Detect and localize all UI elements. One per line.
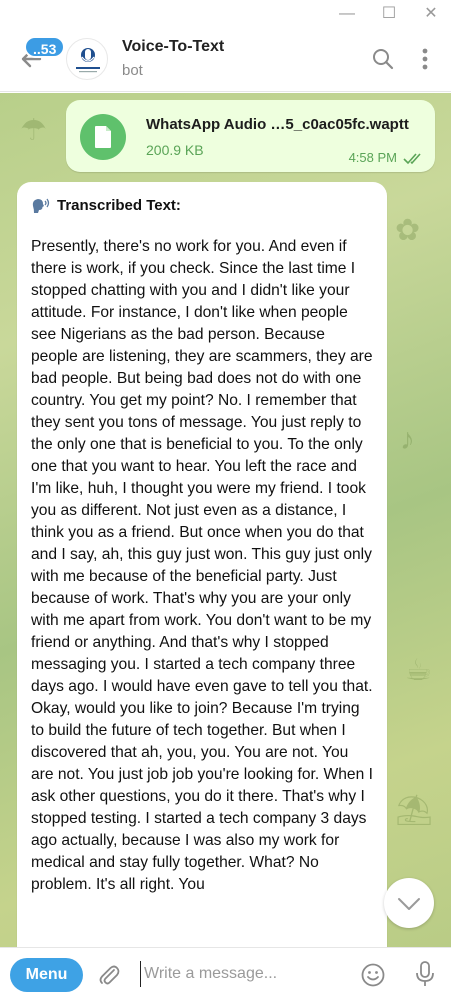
chat-header: ..53 Voice-To-Text bot <box>0 28 451 92</box>
more-vertical-icon[interactable] <box>412 46 438 72</box>
file-size: 200.9 KB <box>146 142 204 158</box>
paperclip-icon[interactable] <box>96 962 122 988</box>
maximize-button[interactable]: ☐ <box>378 4 400 24</box>
wallpaper-doodle: ☕ <box>405 654 432 687</box>
transcription-heading: Transcribed Text: <box>31 192 373 218</box>
search-icon[interactable] <box>370 46 396 72</box>
message-input[interactable] <box>140 961 340 987</box>
incoming-message[interactable]: Transcribed Text: Presently, there's no … <box>17 182 387 947</box>
double-check-icon <box>403 153 421 165</box>
microphone-logo-icon <box>76 48 100 73</box>
outgoing-message[interactable]: WhatsApp Audio …5_c0ac05fc.waptt 200.9 K… <box>66 100 435 172</box>
unread-badge: ..53 <box>24 36 66 58</box>
window-controls: — ☐ ✕ <box>0 0 451 28</box>
wallpaper-doodle: ✿ <box>395 214 421 247</box>
chat-area[interactable]: ☂ ✿ ♪ ☕ ⛱ WhatsApp Audio …5_c0ac05fc.wap… <box>0 93 451 947</box>
microphone-icon[interactable] <box>414 960 436 988</box>
message-composer: Menu <box>0 947 451 997</box>
scroll-down-button[interactable] <box>384 878 434 928</box>
minimize-button[interactable]: — <box>336 4 358 24</box>
wallpaper-doodle: ☂ <box>20 114 47 147</box>
chat-title[interactable]: Voice-To-Text <box>122 38 224 56</box>
message-time: 4:58 PM <box>348 150 397 165</box>
transcribed-text: Presently, there's no work for you. And … <box>31 238 373 893</box>
chevron-down-icon <box>398 898 420 910</box>
emoji-icon[interactable] <box>360 962 386 988</box>
bot-avatar[interactable] <box>66 38 108 80</box>
close-button[interactable]: ✕ <box>420 4 442 24</box>
unread-count: 53 <box>40 41 57 57</box>
wallpaper-doodle: ⛱ <box>395 794 434 827</box>
wallpaper-doodle: ♪ <box>400 423 415 456</box>
speaking-head-icon <box>32 198 50 213</box>
menu-button[interactable]: Menu <box>10 958 83 992</box>
file-download-button[interactable] <box>80 114 126 160</box>
chat-subtitle: bot <box>122 62 143 79</box>
document-icon <box>95 126 111 148</box>
file-name: WhatsApp Audio …5_c0ac05fc.waptt <box>146 116 409 133</box>
transcription-title: Transcribed Text: <box>57 196 181 214</box>
